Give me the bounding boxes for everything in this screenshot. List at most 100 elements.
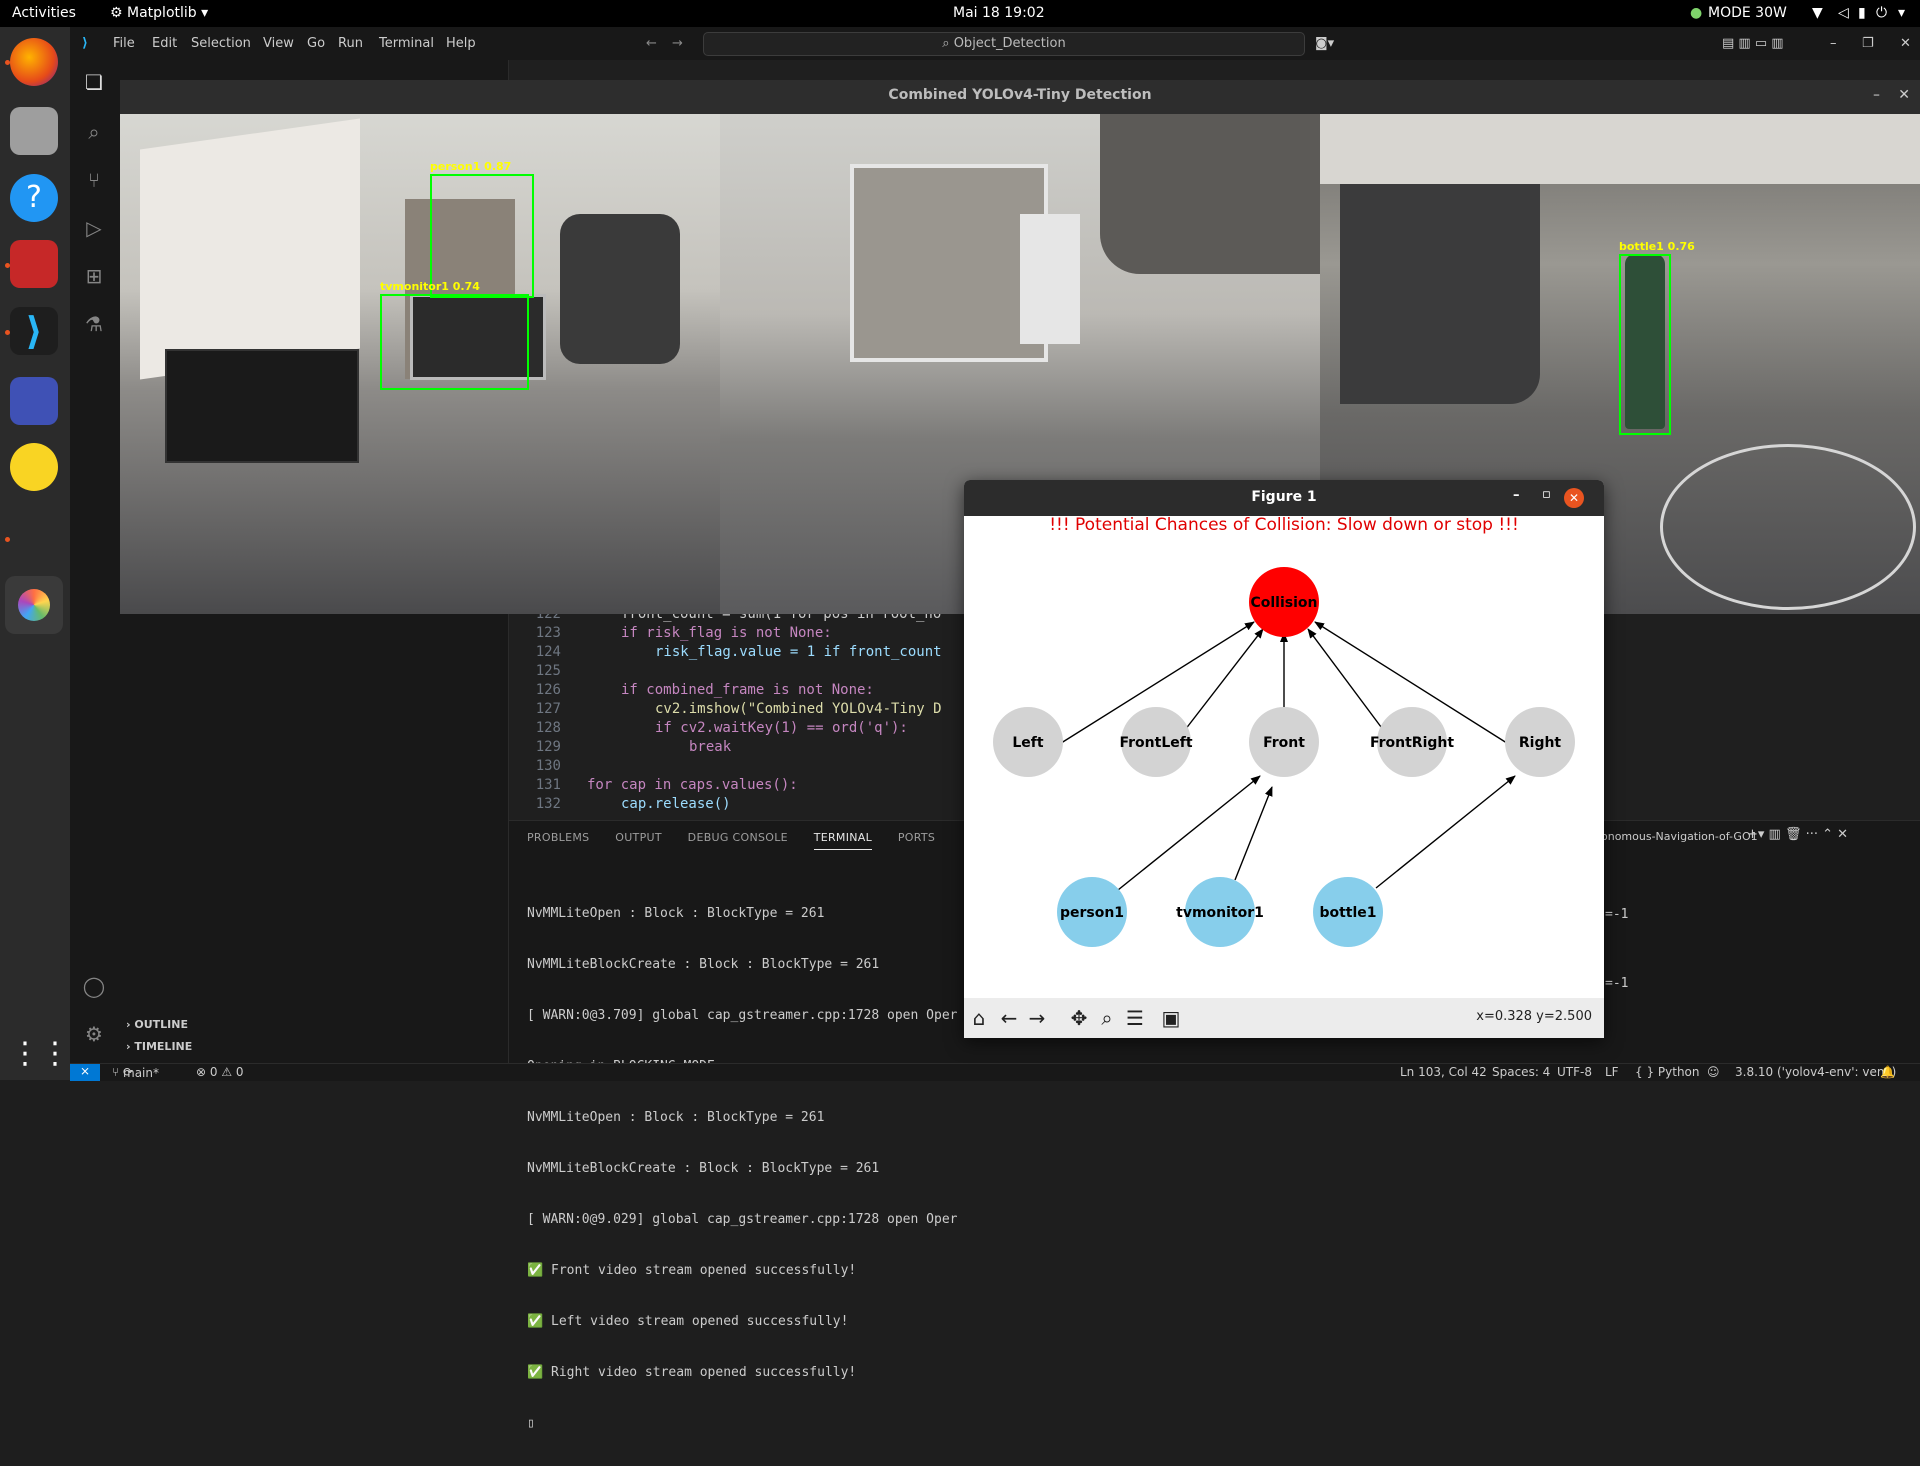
- files-icon[interactable]: [10, 107, 58, 155]
- menu-selection[interactable]: Selection: [191, 36, 251, 51]
- terminal-output[interactable]: NvMMLiteOpen : Block : BlockType = 261 N…: [527, 871, 957, 1466]
- remote-icon[interactable]: ⨯: [70, 1064, 100, 1081]
- close-icon[interactable]: ✕: [1898, 80, 1910, 110]
- opencv-window-title: Combined YOLOv4-Tiny Detection: [888, 87, 1152, 103]
- cursor-position[interactable]: Ln 103, Col 42: [1400, 1065, 1487, 1079]
- forward-arrow-icon[interactable]: →: [1026, 1007, 1048, 1029]
- zoom-icon[interactable]: ⌕: [1096, 1007, 1118, 1029]
- maximize-icon[interactable]: ❐: [1862, 36, 1874, 51]
- power-mode[interactable]: MODE 30W: [1708, 5, 1787, 21]
- show-apps-icon[interactable]: ⋮⋮⋮: [10, 1030, 100, 1078]
- system-monitor-icon[interactable]: [10, 240, 58, 288]
- pan-icon[interactable]: ✥: [1068, 1007, 1090, 1029]
- code-view[interactable]: 122 front_count = sum(1 for pos in root_n…: [509, 606, 969, 821]
- left-camera-view: person1 0.87 tvmonitor1 0.74: [120, 114, 720, 614]
- outline-label: OUTLINE: [134, 1018, 188, 1031]
- menu-terminal[interactable]: Terminal: [379, 36, 434, 51]
- minimize-icon[interactable]: –: [1830, 36, 1837, 51]
- save-icon[interactable]: ▣: [1160, 1007, 1182, 1029]
- terminal-actions[interactable]: +▾ ▥ 🗑 ··· ⌃ ✕: [1747, 827, 1848, 842]
- tab-ports[interactable]: PORTS: [898, 831, 935, 844]
- clock[interactable]: Mai 18 19:02: [953, 5, 1045, 21]
- menu-edit[interactable]: Edit: [152, 36, 177, 51]
- wifi-icon[interactable]: ▼: [1812, 5, 1823, 21]
- code-line: 127 cv2.imshow("Combined YOLOv4-Tiny D: [535, 701, 942, 717]
- command-center-search[interactable]: ⌕ Object_Detection: [703, 32, 1305, 56]
- python-idle-icon[interactable]: [10, 443, 58, 491]
- copilot-status-icon[interactable]: ☺: [1707, 1065, 1720, 1079]
- copilot-icon[interactable]: ◙▾: [1315, 36, 1334, 51]
- code-line: 130: [535, 758, 561, 774]
- chair-shape: [560, 214, 680, 364]
- menu-run[interactable]: Run: [338, 36, 363, 51]
- power-mode-icon: ●: [1690, 5, 1703, 21]
- extensions-icon[interactable]: ⊞: [82, 264, 106, 288]
- timeline-label: TIMELINE: [134, 1040, 193, 1053]
- line-ending[interactable]: LF: [1605, 1065, 1619, 1079]
- power-icon[interactable]: ⏻: [1876, 5, 1887, 21]
- tab-problems[interactable]: PROBLEMS: [527, 831, 589, 844]
- help-icon[interactable]: ?: [10, 174, 58, 222]
- code-line: 124 risk_flag.value = 1 if front_count: [535, 644, 942, 660]
- terminal-instance-name[interactable]: onomous-Navigation-of-GO1: [1601, 830, 1758, 843]
- code-line: 131 for cap in caps.values():: [535, 777, 798, 793]
- python-interpreter[interactable]: 3.8.10 ('yolov4-env': venv): [1735, 1065, 1896, 1079]
- close-icon[interactable]: ✕: [1564, 488, 1584, 508]
- configure-subplots-icon[interactable]: ☰: [1124, 1007, 1146, 1029]
- matplotlib-icon[interactable]: [5, 576, 63, 634]
- indentation[interactable]: Spaces: 4: [1492, 1065, 1550, 1079]
- language-mode[interactable]: { } Python: [1635, 1065, 1700, 1079]
- panel-tabs: PROBLEMS OUTPUT DEBUG CONSOLE TERMINAL P…: [527, 831, 957, 850]
- run-debug-icon[interactable]: ▷: [82, 216, 106, 240]
- tab-terminal[interactable]: TERMINAL: [813, 831, 873, 850]
- menu-go[interactable]: Go: [307, 36, 325, 51]
- forward-arrow-icon[interactable]: →: [672, 36, 683, 51]
- search-icon[interactable]: ⌕: [82, 120, 106, 144]
- menu-view[interactable]: View: [263, 36, 294, 51]
- source-control-icon[interactable]: ⑂: [82, 168, 106, 192]
- timeline-section[interactable]: › TIMELINE: [126, 1040, 192, 1053]
- problems-status[interactable]: ⊗ 0 ⚠ 0: [196, 1065, 244, 1079]
- app-menu[interactable]: ⚙ Matplotlib ▾: [110, 5, 208, 21]
- minimize-icon[interactable]: –: [1513, 488, 1520, 503]
- encoding[interactable]: UTF-8: [1557, 1065, 1592, 1079]
- layout-icon[interactable]: ▤ ▥ ▭ ▥: [1722, 36, 1784, 51]
- opencv-titlebar[interactable]: Combined YOLOv4-Tiny Detection – ✕: [120, 80, 1920, 115]
- system-menu-arrow-icon[interactable]: ▾: [1898, 5, 1905, 21]
- figure-toolbar: ⌂ ← → ✥ ⌕ ☰ ▣ x=0.328 y=2.500: [964, 998, 1604, 1038]
- edge-bottle-right: [1375, 775, 1516, 889]
- outline-section[interactable]: › OUTLINE: [126, 1018, 188, 1031]
- collision-warning: !!! Potential Chances of Collision: Slow…: [1049, 516, 1519, 535]
- tab-output[interactable]: OUTPUT: [615, 831, 662, 844]
- testing-icon[interactable]: ⚗: [82, 312, 106, 336]
- terminal-line: NvMMLiteBlockCreate : Block : BlockType …: [527, 1161, 880, 1176]
- explorer-icon[interactable]: ❏: [82, 70, 106, 94]
- back-arrow-icon[interactable]: ←: [646, 36, 657, 51]
- bottle-bbox: [1619, 254, 1671, 435]
- minimize-icon[interactable]: –: [1873, 80, 1880, 110]
- node-frontleft: FrontLeft: [1119, 707, 1193, 777]
- screenshot-icon[interactable]: [10, 377, 58, 425]
- menu-file[interactable]: File: [113, 36, 135, 51]
- notifications-icon[interactable]: 🔔: [1880, 1065, 1895, 1079]
- maximize-icon[interactable]: ▫: [1542, 487, 1551, 502]
- tab-debug-console[interactable]: DEBUG CONSOLE: [688, 831, 788, 844]
- node-front-label: Front: [1263, 735, 1305, 751]
- firefox-icon[interactable]: [10, 38, 58, 86]
- home-icon[interactable]: ⌂: [968, 1007, 990, 1029]
- vscode-logo-icon: ⟩: [82, 36, 88, 51]
- back-arrow-icon[interactable]: ←: [998, 1007, 1020, 1029]
- battery-icon[interactable]: ▮: [1858, 5, 1866, 21]
- volume-icon[interactable]: ◁: [1838, 5, 1849, 21]
- settings-gear-icon[interactable]: ⚙: [82, 1022, 106, 1046]
- vscode-icon[interactable]: ⟩: [10, 307, 58, 355]
- graph-canvas[interactable]: !!! Potential Chances of Collision: Slow…: [964, 516, 1604, 998]
- account-icon[interactable]: ◯: [82, 974, 106, 998]
- code-line: 123 if risk_flag is not None:: [535, 625, 832, 641]
- activities-button[interactable]: Activities: [12, 5, 76, 21]
- branch-status[interactable]: ⑂ main* ⟳: [112, 1065, 159, 1080]
- node-bottle: bottle1: [1313, 877, 1383, 947]
- figure-titlebar[interactable]: Figure 1 – ▫ ✕: [964, 480, 1604, 516]
- close-icon[interactable]: ✕: [1900, 36, 1911, 51]
- menu-help[interactable]: Help: [446, 36, 476, 51]
